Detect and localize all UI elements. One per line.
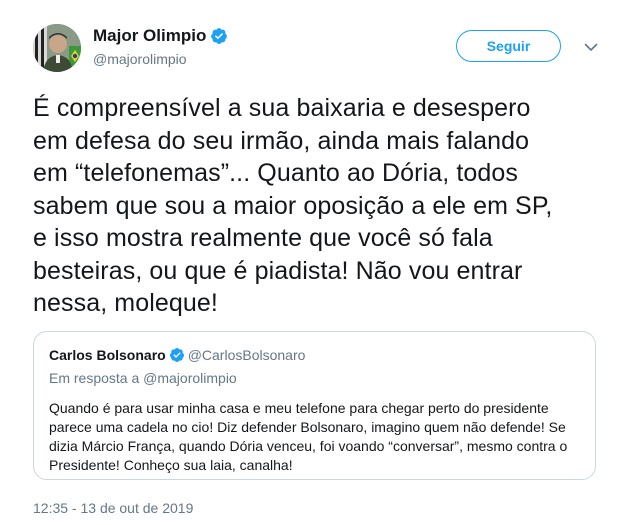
quoted-tweet-header: Carlos Bolsonaro @CarlosBolsonaro (49, 346, 305, 364)
verified-badge-icon (169, 347, 185, 363)
author-display-name[interactable]: Major Olimpio (93, 26, 206, 46)
quoted-tweet-card[interactable]: Carlos Bolsonaro @CarlosBolsonaro Em resp… (33, 331, 596, 480)
verified-badge-icon (210, 27, 228, 45)
follow-button[interactable]: Seguir (456, 30, 561, 62)
avatar-photo (33, 24, 81, 72)
quoted-author-name: Carlos Bolsonaro (49, 346, 166, 363)
tweet-text: É compreensível a sua baixaria e desespe… (33, 94, 553, 317)
avatar[interactable] (33, 24, 81, 72)
author-block: Major Olimpio @majorolimpio (93, 26, 228, 68)
quoted-author-handle: @CarlosBolsonaro (187, 346, 306, 363)
chevron-down-icon[interactable] (583, 39, 599, 55)
reply-context: Em resposta a @majorolimpio (49, 370, 237, 386)
quoted-tweet-text: Quando é para usar minha casa e meu tele… (49, 400, 568, 473)
author-handle[interactable]: @majorolimpio (93, 50, 228, 68)
tweet-timestamp[interactable]: 12:35 - 13 de out de 2019 (33, 500, 193, 516)
